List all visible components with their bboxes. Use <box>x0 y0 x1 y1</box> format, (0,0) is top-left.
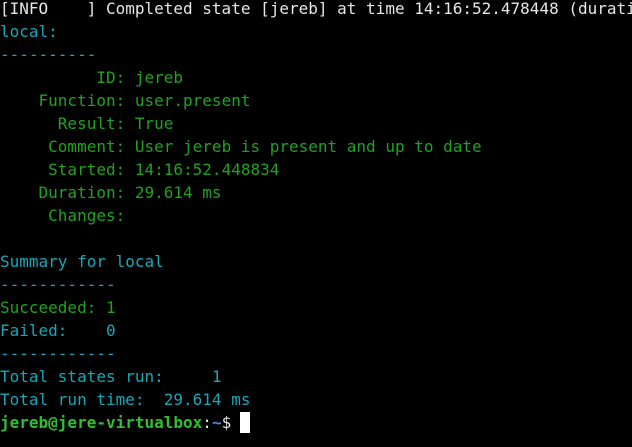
prompt-colon: : <box>202 413 212 432</box>
state-duration-row: Duration: 29.614 ms <box>0 181 632 204</box>
state-comment-key: Comment: <box>0 137 126 156</box>
terminal-output: [INFO ] Completed state [jereb] at time … <box>0 0 632 434</box>
prompt-path: ~ <box>211 413 222 432</box>
text-cursor[interactable] <box>240 412 251 433</box>
host-label: local: <box>0 22 58 41</box>
summary-total-time: Total run time: 29.614 ms <box>0 390 251 409</box>
state-changes-key: Changes: <box>0 206 126 225</box>
terminal-window[interactable]: [INFO ] Completed state [jereb] at time … <box>0 0 632 447</box>
state-started-key: Started: <box>0 160 126 179</box>
prompt-user-host: jereb@jere-virtualbox <box>0 413 203 432</box>
summary-separator-top: ------------ <box>0 275 116 294</box>
separator-top: ---------- <box>0 45 97 64</box>
state-comment-value: User jereb is present and up to date <box>125 137 482 156</box>
state-result-key: Result: <box>0 114 126 133</box>
state-function-value: user.present <box>125 91 251 110</box>
state-result-row: Result: True <box>0 112 632 135</box>
state-id-row: ID: jereb <box>0 66 632 89</box>
summary-separator-bottom: ------------ <box>0 344 116 363</box>
state-started-row: Started: 14:16:52.448834 <box>0 158 632 181</box>
state-function-key: Function: <box>0 91 126 110</box>
summary-succeeded: Succeeded: 1 <box>0 298 116 317</box>
prompt-symbol: $ <box>221 413 232 432</box>
state-id-key: ID: <box>0 68 126 87</box>
state-comment-row: Comment: User jereb is present and up to… <box>0 135 632 158</box>
log-info-line: [INFO ] Completed state [jereb] at time … <box>0 0 632 18</box>
state-result-value: True <box>125 114 174 133</box>
state-duration-key: Duration: <box>0 183 126 202</box>
state-started-value: 14:16:52.448834 <box>125 160 280 179</box>
shell-prompt-line[interactable]: jereb@jere-virtualbox:~$ <box>0 411 632 434</box>
summary-title: Summary for local <box>0 252 164 271</box>
state-changes-row: Changes: <box>0 204 632 227</box>
state-duration-value: 29.614 ms <box>125 183 222 202</box>
summary-failed: Failed: 0 <box>0 321 116 340</box>
summary-total-states: Total states run: 1 <box>0 367 222 386</box>
state-id-value: jereb <box>125 68 184 87</box>
state-function-row: Function: user.present <box>0 89 632 112</box>
